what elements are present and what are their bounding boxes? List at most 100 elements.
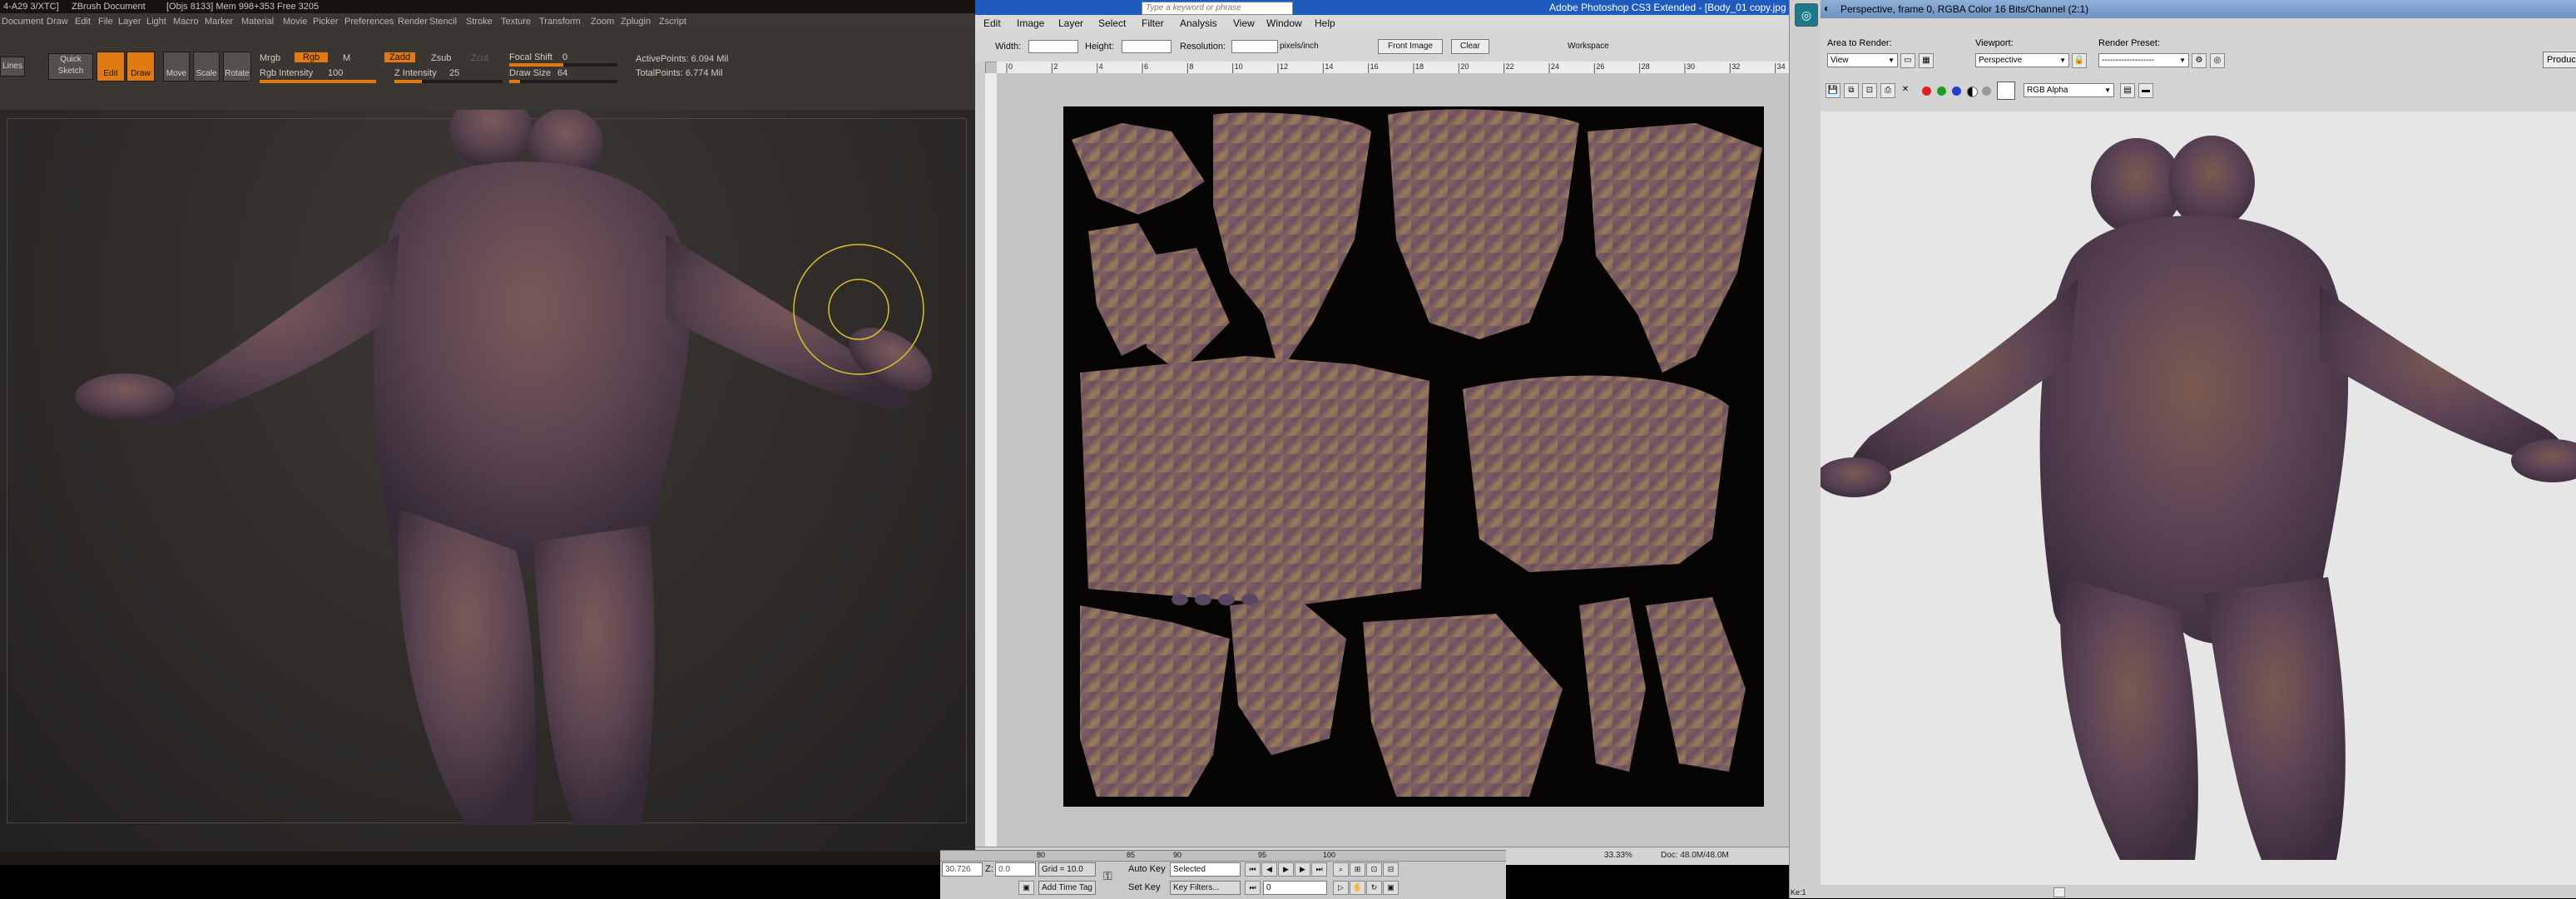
quick-sketch-button[interactable]: Quick Sketch	[48, 53, 93, 80]
draw-mode-button[interactable]: Draw	[126, 52, 155, 82]
zadd-toggle[interactable]: Zadd	[384, 52, 416, 62]
selected-dropdown[interactable]: Selected	[1170, 862, 1241, 877]
zbrush-menu-zplugin[interactable]: Zplugin	[621, 17, 651, 27]
green-channel-icon[interactable]	[1937, 86, 1946, 96]
production-render-button[interactable]: Production	[2543, 52, 2576, 68]
channel-display-dropdown[interactable]: RGB Alpha ▼	[2024, 83, 2114, 97]
rendered-image[interactable]	[1821, 111, 2576, 885]
zoom-extents-icon[interactable]: ⊡	[1366, 862, 1382, 877]
zbrush-menu-texture[interactable]: Texture	[501, 17, 531, 27]
zbrush-menu-zoom[interactable]: Zoom	[591, 17, 614, 27]
scrollbar-thumb[interactable]	[2053, 887, 2065, 897]
save-image-icon[interactable]: 💾	[1825, 83, 1840, 98]
zbrush-view-button[interactable]: Lines	[0, 57, 25, 77]
x-coordinate-field[interactable]: 30.726	[942, 862, 983, 877]
add-time-tag-button[interactable]: Add Time Tag	[1038, 881, 1096, 895]
blue-channel-icon[interactable]	[1952, 86, 1961, 96]
go-to-start-icon[interactable]: ⏮	[1245, 862, 1261, 877]
resolution-unit-select[interactable]: pixels/inch	[1280, 42, 1319, 51]
mrgb-toggle[interactable]: Mrgb	[260, 53, 280, 63]
render-window-scrollbar[interactable]	[1821, 885, 2576, 898]
auto-key-button[interactable]: Auto Key	[1128, 864, 1166, 874]
ps-menu-select[interactable]: Select	[1098, 17, 1126, 29]
rotate-mode-button[interactable]: Rotate	[223, 52, 251, 82]
next-frame-icon[interactable]: ▶	[1295, 862, 1310, 877]
maximize-viewport-icon[interactable]: ▣	[1383, 881, 1399, 895]
lock-viewport-icon[interactable]: 🔒	[2072, 53, 2087, 68]
environment-icon[interactable]: ◎	[2210, 53, 2225, 68]
ps-zoom-readout[interactable]: 33.33%	[1604, 851, 1632, 860]
zbrush-menu-stroke[interactable]: Stroke	[466, 17, 493, 27]
zbrush-menu-macro[interactable]: Macro	[173, 17, 199, 27]
ps-menu-view[interactable]: View	[1233, 17, 1255, 29]
current-frame-field[interactable]: 0	[1263, 881, 1327, 895]
clone-window-icon[interactable]: ⊡	[1862, 83, 1877, 98]
red-channel-icon[interactable]	[1922, 86, 1931, 96]
ps-menu-analysis[interactable]: Analysis	[1180, 17, 1217, 29]
zoom-all-icon[interactable]: ⊞	[1350, 862, 1365, 877]
key-mode-toggle-icon[interactable]: ⏭	[1245, 881, 1261, 895]
rgb-toggle[interactable]: Rgb	[295, 52, 329, 62]
ps-menu-image[interactable]: Image	[1017, 17, 1044, 29]
zbrush-menu-transform[interactable]: Transform	[539, 17, 581, 27]
z-coordinate-field[interactable]: 0.0	[995, 862, 1036, 877]
zbrush-menu-marker[interactable]: Marker	[205, 17, 233, 27]
zbrush-menu-file[interactable]: File	[98, 17, 113, 27]
zoom-icon[interactable]: ⌕	[1333, 862, 1349, 877]
zbrush-menu-movie[interactable]: Movie	[283, 17, 307, 27]
uv-texture-map[interactable]	[1063, 106, 1764, 807]
zbrush-menu-render[interactable]: Render	[398, 17, 428, 27]
zbrush-menu-layer[interactable]: Layer	[118, 17, 141, 27]
toggle-ui-overlay-icon[interactable]: ▤	[2120, 83, 2135, 98]
zbrush-menu-edit[interactable]: Edit	[75, 17, 91, 27]
draw-size-slider[interactable]	[509, 80, 617, 83]
ps-menu-edit[interactable]: Edit	[983, 17, 1001, 29]
color-swatch[interactable]	[1997, 82, 2015, 100]
pan-icon[interactable]: ✋	[1350, 881, 1365, 895]
zbrush-menu-draw[interactable]: Draw	[47, 17, 68, 27]
previous-frame-icon[interactable]: ◀	[1261, 862, 1277, 877]
photoshop-canvas[interactable]	[997, 73, 1811, 847]
edit-region-icon[interactable]: ▭	[1900, 53, 1915, 68]
copy-image-icon[interactable]: ⧉	[1844, 83, 1859, 98]
auto-region-icon[interactable]: ▦	[1919, 53, 1934, 68]
clear-image-icon[interactable]: ✕	[1899, 83, 1912, 96]
zoom-extents-all-icon[interactable]: ⊟	[1383, 862, 1399, 877]
max-app-icon[interactable]: ◎	[1795, 3, 1818, 27]
toggle-ui-icon[interactable]: ▬	[2138, 83, 2153, 98]
workspace-menu[interactable]: Workspace	[1568, 42, 1609, 51]
edit-mode-button[interactable]: Edit	[97, 52, 125, 82]
ps-menu-layer[interactable]: Layer	[1058, 17, 1083, 29]
zbrush-menu-picker[interactable]: Picker	[313, 17, 339, 27]
width-input[interactable]	[1028, 40, 1078, 53]
render-preset-dropdown[interactable]: ------------------- ▼	[2098, 53, 2189, 67]
ps-menu-help[interactable]: Help	[1315, 17, 1335, 29]
key-filters-button[interactable]: Key Filters...	[1170, 881, 1241, 895]
area-to-render-dropdown[interactable]: View ▼	[1827, 53, 1898, 67]
rgb-intensity-slider[interactable]	[260, 80, 376, 83]
viewport-dropdown[interactable]: Perspective ▼	[1975, 53, 2069, 67]
scale-mode-button[interactable]: Scale	[193, 52, 220, 82]
zcut-toggle[interactable]: Zcut	[471, 53, 488, 63]
zbrush-menu-material[interactable]: Material	[241, 17, 274, 27]
clear-button[interactable]: Clear	[1451, 39, 1489, 54]
zbrush-canvas[interactable]	[0, 110, 975, 852]
move-mode-button[interactable]: Move	[163, 52, 190, 82]
photoshop-search-input[interactable]: Type a keyword or phrase	[1142, 2, 1293, 15]
ps-menu-window[interactable]: Window	[1266, 17, 1302, 29]
zbrush-menu-light[interactable]: Light	[146, 17, 166, 27]
zbrush-menu-zscript[interactable]: Zscript	[659, 17, 686, 27]
m-toggle[interactable]: M	[343, 53, 350, 63]
play-icon[interactable]: ▶	[1278, 862, 1294, 877]
alpha-channel-icon[interactable]	[1967, 86, 1978, 97]
resolution-input[interactable]	[1231, 40, 1278, 53]
go-to-end-icon[interactable]: ⏭	[1311, 862, 1327, 877]
time-slider-track[interactable]: 80 85 90 95 100	[940, 851, 1506, 862]
print-image-icon[interactable]: ⎙	[1880, 83, 1895, 98]
field-of-view-icon[interactable]: ▷	[1333, 881, 1349, 895]
orbit-icon[interactable]: ↻	[1366, 881, 1382, 895]
zsub-toggle[interactable]: Zsub	[431, 53, 451, 63]
monochrome-icon[interactable]	[1982, 86, 1991, 96]
height-input[interactable]	[1122, 40, 1172, 53]
render-setup-icon[interactable]: ⚙	[2192, 53, 2207, 68]
